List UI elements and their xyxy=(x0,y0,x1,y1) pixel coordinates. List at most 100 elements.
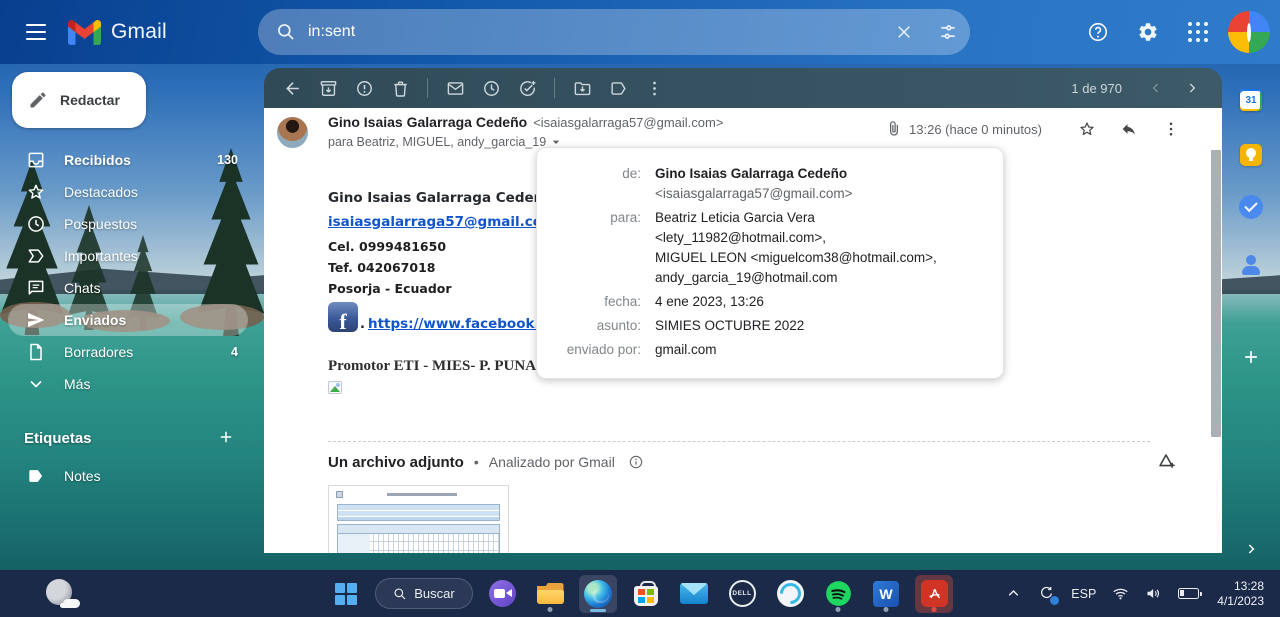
taskbar-icon-edge-browser[interactable] xyxy=(579,575,617,613)
attachment-header: Un archivo adjunto • Analizado por Gmail xyxy=(328,451,647,473)
toolbar-pagination: 1 de 970 xyxy=(1071,72,1208,104)
toolbar-actions xyxy=(274,71,672,105)
chevron-down-icon xyxy=(26,374,46,394)
contacts-icon[interactable] xyxy=(1236,250,1266,280)
popup-row: para:Beatriz Leticia Garcia Vera<lety_11… xyxy=(551,208,983,288)
weather-widget-icon[interactable] xyxy=(44,577,80,611)
scrollbar-thumb[interactable] xyxy=(1211,150,1221,437)
attachment-title: Un archivo adjunto xyxy=(328,454,464,471)
search-icon[interactable] xyxy=(264,10,308,54)
gmail-logo[interactable]: Gmail xyxy=(68,20,186,45)
message-meta: 13:26 (hace 0 minutos) xyxy=(885,114,1186,144)
sidebar-item-borradores[interactable]: Borradores4 xyxy=(8,336,248,368)
tray-chevron-up-icon[interactable] xyxy=(999,577,1028,611)
sidebar-item-importantes[interactable]: Importantes xyxy=(8,240,248,272)
unread-count: 4 xyxy=(231,345,248,359)
newer-chevron-left-icon[interactable] xyxy=(1140,72,1172,104)
message-details-popup: de:Gino Isaias Galarraga Cedeño<isaiasga… xyxy=(536,147,1004,379)
gmail-wordmark: Gmail xyxy=(111,20,167,44)
google-apps-grid-icon[interactable] xyxy=(1178,12,1218,52)
labels-header-title: Etiquetas xyxy=(24,430,92,447)
add-all-to-drive-icon[interactable] xyxy=(1150,445,1182,477)
taskbar-search-label: Buscar xyxy=(414,586,454,601)
clock-icon xyxy=(26,214,46,234)
account-avatar[interactable] xyxy=(1228,11,1270,53)
taskbar-icon-word[interactable]: W xyxy=(867,575,905,613)
tasks-icon[interactable] xyxy=(1236,192,1266,222)
report-spam-icon[interactable] xyxy=(346,71,382,105)
facebook-icon[interactable]: f xyxy=(328,302,358,332)
popup-row: de:Gino Isaias Galarraga Cedeño<isaiasga… xyxy=(551,164,983,204)
reply-icon[interactable] xyxy=(1114,114,1144,144)
add-label-icon[interactable] xyxy=(212,424,240,452)
search-icon xyxy=(393,587,407,601)
get-addons-plus-icon[interactable] xyxy=(1236,342,1266,372)
mark-unread-icon[interactable] xyxy=(437,71,473,105)
add-to-tasks-icon[interactable] xyxy=(509,71,545,105)
send-icon xyxy=(26,310,46,330)
avatar-photo xyxy=(1247,23,1251,42)
back-icon[interactable] xyxy=(274,71,310,105)
more-icon[interactable] xyxy=(636,71,672,105)
attachment-thumbnail-spreadsheet[interactable] xyxy=(328,485,509,553)
star-icon[interactable] xyxy=(1072,114,1102,144)
taskbar-icon-mail-app[interactable] xyxy=(675,575,713,613)
popup-field-label: de: xyxy=(551,164,655,204)
main-menu-button[interactable] xyxy=(12,8,60,56)
keep-icon[interactable] xyxy=(1236,140,1266,170)
sidebar-item-recibidos[interactable]: Recibidos130 xyxy=(8,144,248,176)
hide-side-panel-chevron-icon[interactable] xyxy=(1236,534,1266,564)
taskbar-icon-spotify[interactable] xyxy=(819,575,857,613)
help-icon[interactable] xyxy=(1078,12,1118,52)
labels-icon[interactable] xyxy=(600,71,636,105)
taskbar-icon-alexa-app[interactable] xyxy=(771,575,809,613)
taskbar-icon-video-call-app[interactable] xyxy=(483,575,521,613)
info-icon[interactable] xyxy=(625,451,647,473)
sidebar-item-chats[interactable]: Chats xyxy=(8,272,248,304)
broken-image-icon xyxy=(328,381,342,394)
taskbar-icon-dell-app[interactable]: DELL xyxy=(723,575,761,613)
archive-icon[interactable] xyxy=(310,71,346,105)
message-header: Gino Isaias Galarraga Cedeño <isaiasgala… xyxy=(328,114,892,150)
battery-icon[interactable] xyxy=(1172,577,1205,611)
signature-email-link[interactable]: isaiasgalarraga57@gmail.com xyxy=(328,214,556,230)
search-bar xyxy=(258,9,970,55)
header-actions xyxy=(1078,8,1270,56)
calendar-icon[interactable]: 31 xyxy=(1236,85,1266,115)
tray-clock[interactable]: 13:28 4/1/2023 xyxy=(1209,579,1272,609)
taskbar-center: Buscar DELL W xyxy=(327,575,953,613)
taskbar-icon-file-explorer[interactable] xyxy=(531,575,569,613)
pagination-label: 1 de 970 xyxy=(1071,81,1122,96)
language-indicator[interactable]: ESP xyxy=(1065,577,1102,611)
settings-gear-icon[interactable] xyxy=(1128,12,1168,52)
search-input[interactable] xyxy=(308,23,882,41)
taskbar-icon-acrobat[interactable] xyxy=(915,575,953,613)
popup-field-value: SIMIES OCTUBRE 2022 xyxy=(655,316,804,336)
sidebar-label-notes[interactable]: Notes xyxy=(8,460,248,492)
volume-icon[interactable] xyxy=(1139,577,1168,611)
popup-field-label: fecha: xyxy=(551,292,655,312)
taskbar-icon-microsoft-store[interactable] xyxy=(627,575,665,613)
sidebar-item-pospuestos[interactable]: Pospuestos xyxy=(8,208,248,240)
sidebar-item-enviados[interactable]: Enviados xyxy=(8,304,248,336)
search-options-icon[interactable] xyxy=(926,10,970,54)
sidebar-item-destacados[interactable]: Destacados xyxy=(8,176,248,208)
more-options-icon[interactable] xyxy=(1156,114,1186,144)
sender-name: Gino Isaias Galarraga Cedeño xyxy=(328,114,527,130)
gmail-m-icon xyxy=(68,20,101,45)
move-to-icon[interactable] xyxy=(564,71,600,105)
sidebar-item-mas[interactable]: Más xyxy=(8,368,248,400)
sender-avatar[interactable] xyxy=(277,117,308,148)
taskbar-search[interactable]: Buscar xyxy=(375,578,473,609)
clear-search-icon[interactable] xyxy=(882,10,926,54)
wifi-icon[interactable] xyxy=(1106,577,1135,611)
sync-update-icon[interactable] xyxy=(1032,577,1061,611)
compose-button[interactable]: Redactar xyxy=(12,72,146,128)
mail-toolbar: 1 de 970 xyxy=(264,68,1222,108)
tray-date: 4/1/2023 xyxy=(1217,594,1264,609)
older-chevron-right-icon[interactable] xyxy=(1176,72,1208,104)
toolbar-separator xyxy=(427,78,428,98)
snooze-icon[interactable] xyxy=(473,71,509,105)
delete-icon[interactable] xyxy=(382,71,418,105)
start-button[interactable] xyxy=(327,575,365,613)
